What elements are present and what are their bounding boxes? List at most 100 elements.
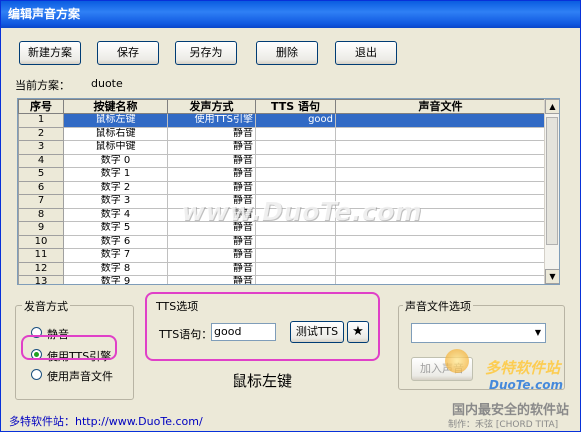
table-row[interactable]: 6 数字 2 静音: [18, 180, 546, 195]
table-cell[interactable]: 数字 9: [63, 275, 168, 284]
table-cell[interactable]: 2: [18, 126, 64, 141]
table-row[interactable]: 2 鼠标右键 静音: [18, 126, 546, 141]
table-cell[interactable]: [255, 140, 336, 155]
table-cell[interactable]: 5: [18, 167, 64, 182]
grid-vertical-scrollbar[interactable]: ▲ ▼: [544, 99, 559, 284]
site-link[interactable]: 多特软件站：http://www.DuoTe.com/: [9, 413, 203, 429]
column-header-2[interactable]: 发声方式: [167, 99, 256, 114]
table-cell[interactable]: 13: [18, 275, 64, 284]
table-cell[interactable]: 静音: [167, 167, 256, 182]
scroll-up-icon[interactable]: ▲: [545, 99, 559, 114]
table-cell[interactable]: 数字 4: [63, 207, 168, 222]
table-cell[interactable]: 静音: [167, 126, 256, 141]
table-cell[interactable]: 静音: [167, 207, 256, 222]
delete-button[interactable]: 删除: [256, 41, 318, 65]
table-cell[interactable]: [335, 207, 546, 222]
table-cell[interactable]: 7: [18, 194, 64, 209]
table-cell[interactable]: 静音: [167, 180, 256, 195]
table-cell[interactable]: 11: [18, 248, 64, 263]
table-cell[interactable]: 6: [18, 180, 64, 195]
table-cell[interactable]: 静音: [167, 153, 256, 168]
table-row[interactable]: 9 数字 5 静音: [18, 221, 546, 236]
tts-sentence-input[interactable]: good: [211, 323, 276, 341]
table-cell[interactable]: 数字 2: [63, 180, 168, 195]
table-cell[interactable]: [335, 194, 546, 209]
table-cell[interactable]: 8: [18, 207, 64, 222]
table-cell[interactable]: 鼠标左键: [63, 113, 168, 128]
table-cell[interactable]: 数字 5: [63, 221, 168, 236]
table-cell[interactable]: [255, 153, 336, 168]
table-row[interactable]: 5 数字 1 静音: [18, 167, 546, 182]
save-as-button[interactable]: 另存为: [175, 41, 237, 65]
table-cell[interactable]: 鼠标中键: [63, 140, 168, 155]
table-cell[interactable]: [335, 261, 546, 276]
table-cell[interactable]: [255, 234, 336, 249]
new-scheme-button[interactable]: 新建方案: [19, 41, 81, 65]
table-cell[interactable]: 9: [18, 221, 64, 236]
table-row[interactable]: 4 数字 0 静音: [18, 153, 546, 168]
table-row[interactable]: 12 数字 8 静音: [18, 261, 546, 276]
sound-file-select[interactable]: [411, 323, 546, 343]
table-cell[interactable]: 静音: [167, 234, 256, 249]
table-cell[interactable]: [335, 275, 546, 284]
table-cell[interactable]: [335, 126, 546, 141]
table-cell[interactable]: 静音: [167, 221, 256, 236]
table-cell[interactable]: 静音: [167, 248, 256, 263]
scroll-down-icon[interactable]: ▼: [545, 269, 559, 284]
table-cell[interactable]: [335, 234, 546, 249]
table-cell[interactable]: 12: [18, 261, 64, 276]
table-cell[interactable]: [255, 194, 336, 209]
table-cell[interactable]: [255, 221, 336, 236]
scroll-thumb[interactable]: [546, 117, 558, 245]
column-header-3[interactable]: TTS 语句: [255, 99, 336, 114]
table-cell[interactable]: [335, 221, 546, 236]
table-row[interactable]: 13 数字 9 静音: [18, 275, 546, 284]
column-header-4[interactable]: 声音文件: [335, 99, 546, 114]
table-cell[interactable]: 数字 3: [63, 194, 168, 209]
table-row[interactable]: 10 数字 6 静音: [18, 234, 546, 249]
test-tts-button[interactable]: 测试TTS: [290, 321, 344, 343]
table-cell[interactable]: good: [255, 113, 336, 128]
table-row[interactable]: 7 数字 3 静音: [18, 194, 546, 209]
table-cell[interactable]: [335, 180, 546, 195]
table-cell[interactable]: 4: [18, 153, 64, 168]
table-cell[interactable]: [335, 248, 546, 263]
table-cell[interactable]: [255, 207, 336, 222]
table-cell[interactable]: 静音: [167, 140, 256, 155]
table-cell[interactable]: 10: [18, 234, 64, 249]
table-row[interactable]: 11 数字 7 静音: [18, 248, 546, 263]
table-cell[interactable]: 鼠标右键: [63, 126, 168, 141]
table-row[interactable]: 8 数字 4 静音: [18, 207, 546, 222]
table-cell[interactable]: 数字 1: [63, 167, 168, 182]
save-button[interactable]: 保存: [97, 41, 159, 65]
table-cell[interactable]: 数字 7: [63, 248, 168, 263]
table-cell[interactable]: [255, 261, 336, 276]
star-icon[interactable]: ★: [347, 321, 369, 343]
table-cell[interactable]: 静音: [167, 261, 256, 276]
exit-button[interactable]: 退出: [335, 41, 397, 65]
table-cell[interactable]: 静音: [167, 194, 256, 209]
table-cell[interactable]: [335, 153, 546, 168]
table-cell[interactable]: 静音: [167, 275, 256, 284]
table-cell[interactable]: [335, 167, 546, 182]
table-cell[interactable]: [255, 167, 336, 182]
table-cell[interactable]: [255, 126, 336, 141]
column-header-0[interactable]: 序号: [18, 99, 64, 114]
table-cell[interactable]: 数字 8: [63, 261, 168, 276]
table-cell[interactable]: 使用TTS引擎: [167, 113, 256, 128]
table-cell[interactable]: [255, 275, 336, 284]
table-cell[interactable]: [255, 248, 336, 263]
table-cell[interactable]: [335, 140, 546, 155]
table-cell[interactable]: 数字 6: [63, 234, 168, 249]
table-row[interactable]: 3 鼠标中键 静音: [18, 140, 546, 155]
column-header-1[interactable]: 按键名称: [63, 99, 168, 114]
radio-button[interactable]: [31, 369, 42, 380]
table-cell[interactable]: 数字 0: [63, 153, 168, 168]
table-cell[interactable]: [335, 113, 546, 128]
key-sound-grid[interactable]: 序号 按键名称 发声方式 TTS 语句 声音文件 1 鼠标左键 使用TTS引擎 good 2 鼠标…: [17, 98, 560, 285]
table-cell[interactable]: 1: [18, 113, 64, 128]
sound-mode-option-label[interactable]: 使用声音文件: [47, 368, 113, 384]
table-row[interactable]: 1 鼠标左键 使用TTS引擎 good: [18, 113, 546, 128]
chevron-down-icon[interactable]: ▼: [531, 325, 545, 341]
table-cell[interactable]: 3: [18, 140, 64, 155]
